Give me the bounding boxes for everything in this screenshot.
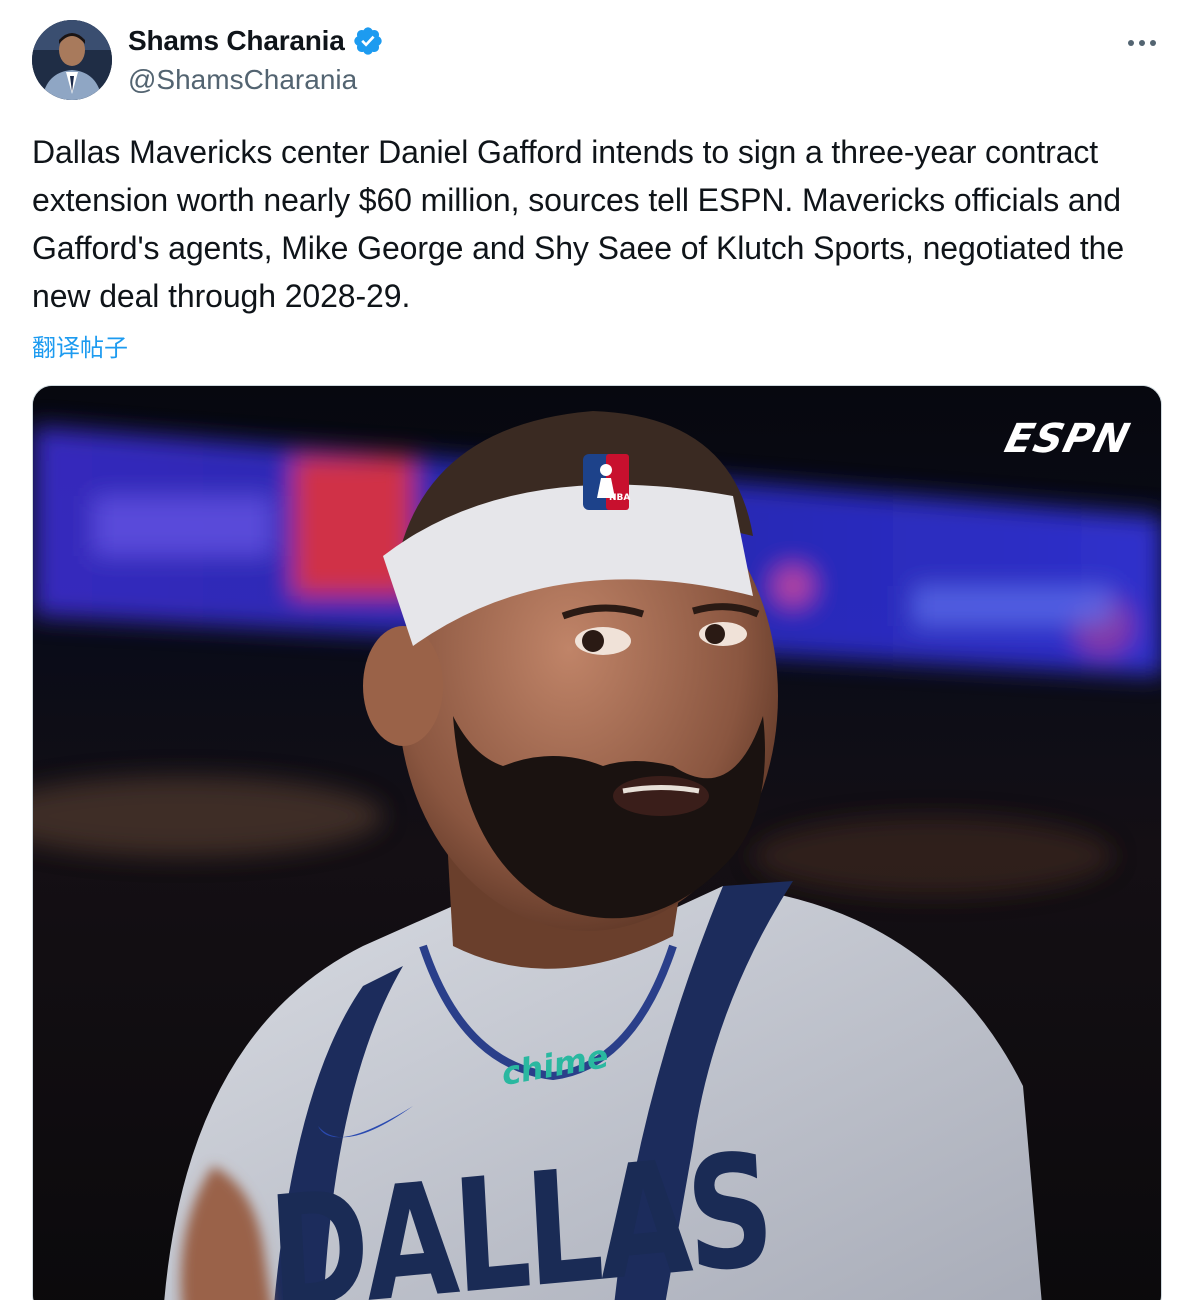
nba-headband-logo: NBA xyxy=(609,493,631,503)
more-horizontal-icon xyxy=(1128,40,1156,46)
tweet-text: Dallas Mavericks center Daniel Gafford i… xyxy=(32,134,1125,314)
more-options-button[interactable] xyxy=(1124,28,1160,58)
author-avatar[interactable] xyxy=(32,20,112,100)
espn-watermark: ESPN xyxy=(1000,416,1135,462)
avatar-photo-icon xyxy=(32,20,112,100)
verified-badge-icon[interactable] xyxy=(352,25,384,57)
author-names: Shams Charania @ShamsCharania xyxy=(128,22,384,96)
author-handle[interactable]: @ShamsCharania xyxy=(128,64,384,96)
translate-post-link[interactable]: 翻译帖子 xyxy=(32,328,128,363)
tweet-card: Shams Charania @ShamsCharania Dallas Mav… xyxy=(0,0,1180,1300)
tweet-header: Shams Charania @ShamsCharania xyxy=(32,18,1160,102)
author-display-name[interactable]: Shams Charania xyxy=(128,25,345,57)
display-name-row: Shams Charania xyxy=(128,22,384,60)
tweet-media-photo[interactable]: ESPN NBA chime DALLAS xyxy=(32,385,1162,1300)
